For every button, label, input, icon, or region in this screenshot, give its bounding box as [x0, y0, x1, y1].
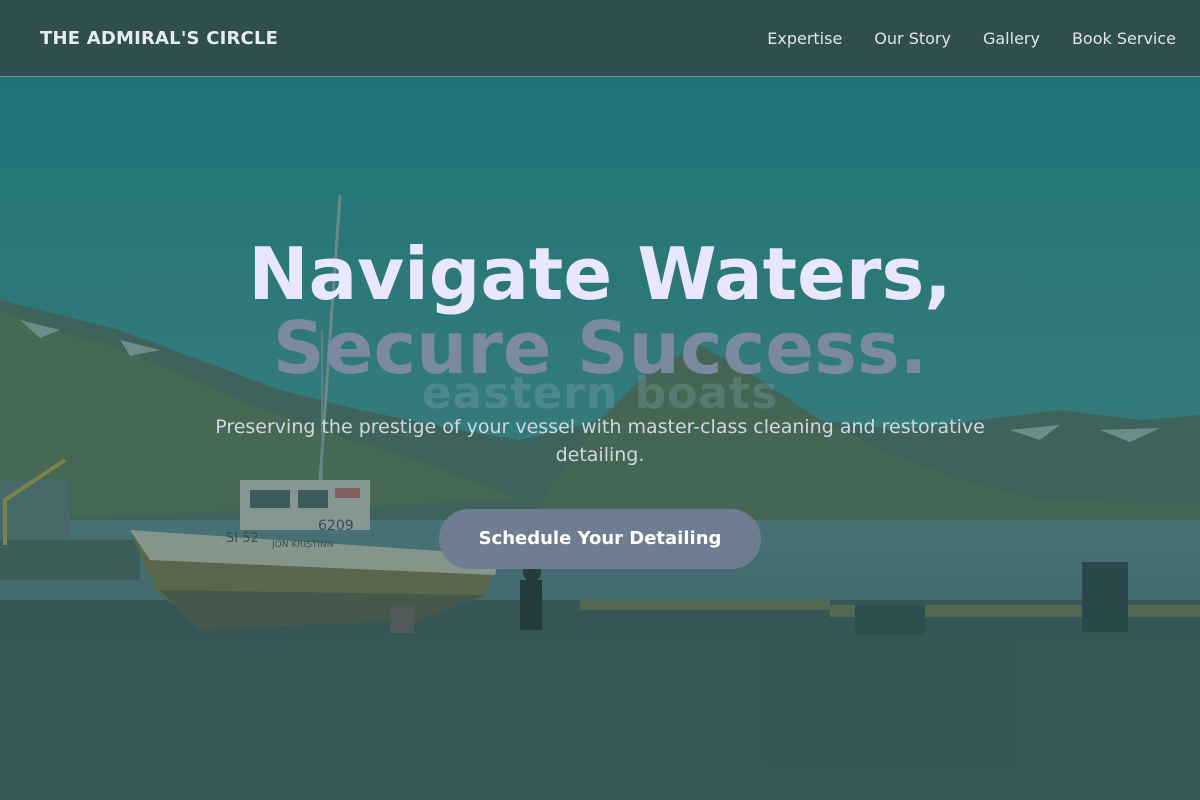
nav-item-gallery[interactable]: Gallery: [983, 29, 1040, 48]
nav-item-expertise[interactable]: Expertise: [767, 29, 842, 48]
site-header: THE ADMIRAL'S CIRCLE Expertise Our Story…: [0, 0, 1200, 77]
nav-item-our-story[interactable]: Our Story: [874, 29, 951, 48]
brand-logo[interactable]: THE ADMIRAL'S CIRCLE: [40, 28, 278, 49]
hero-headline-line2: Secure Success.: [272, 306, 928, 390]
schedule-detailing-button[interactable]: Schedule Your Detailing: [439, 509, 761, 569]
hero-headline: Navigate Waters, Secure Success.: [0, 200, 1200, 387]
nav-item-book-service[interactable]: Book Service: [1072, 29, 1176, 48]
hero-section: Navigate Waters, Secure Success. Preserv…: [0, 200, 1200, 569]
main-nav: Expertise Our Story Gallery Book Service: [767, 29, 1176, 48]
hero-subtitle: Preserving the prestige of your vessel w…: [215, 416, 985, 466]
hero-headline-line1: Navigate Waters,: [248, 232, 952, 316]
